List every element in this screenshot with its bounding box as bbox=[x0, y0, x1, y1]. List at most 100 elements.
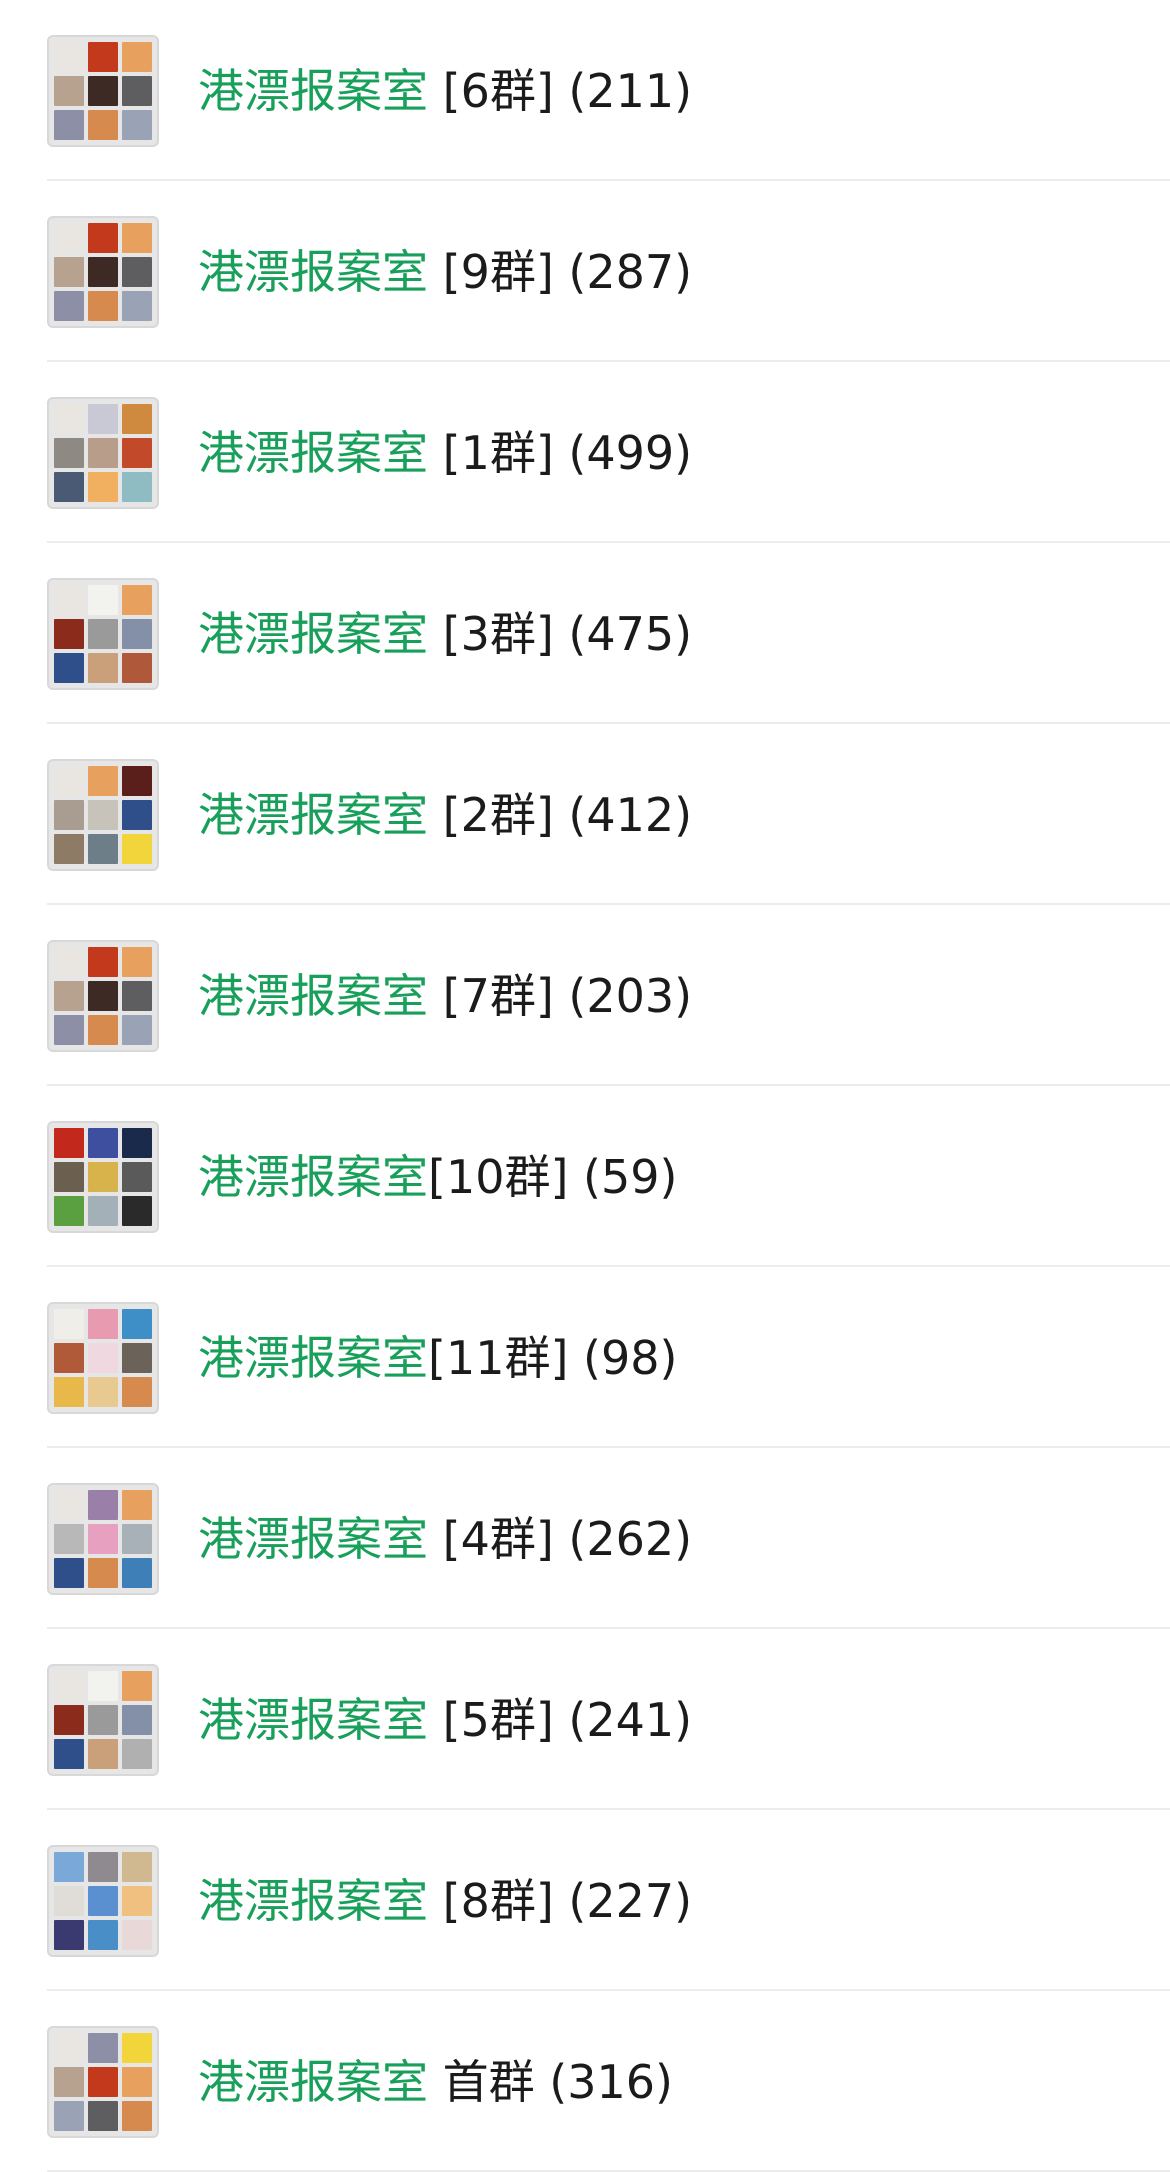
group-avatar bbox=[47, 939, 159, 1052]
group-name-highlight: 港漂报案室 bbox=[198, 606, 428, 661]
member-avatar-tile bbox=[88, 41, 118, 72]
member-avatar-tile bbox=[54, 1195, 84, 1226]
member-avatar-tile bbox=[54, 2066, 84, 2097]
member-count: (98) bbox=[568, 1330, 678, 1385]
group-name-highlight: 港漂报案室 bbox=[198, 2054, 428, 2109]
member-avatar-tile bbox=[88, 833, 118, 864]
group-chat-row[interactable]: 港漂报案室[10群] (59) bbox=[0, 1086, 1170, 1267]
member-avatar-tile bbox=[122, 2032, 152, 2063]
member-avatar-tile bbox=[88, 1195, 118, 1226]
group-avatar bbox=[47, 2025, 159, 2138]
member-avatar-tile bbox=[54, 618, 84, 649]
member-avatar-tile bbox=[88, 1704, 118, 1735]
member-avatar-tile bbox=[54, 256, 84, 287]
member-avatar-tile bbox=[88, 222, 118, 253]
member-avatar-tile bbox=[54, 1919, 84, 1950]
member-avatar-tile bbox=[88, 1308, 118, 1339]
member-avatar-tile bbox=[88, 1376, 118, 1407]
member-avatar-tile bbox=[88, 256, 118, 287]
group-chat-row[interactable]: 港漂报案室 [4群] (262) bbox=[0, 1448, 1170, 1629]
member-avatar-tile bbox=[54, 1127, 84, 1158]
member-avatar-tile bbox=[54, 1885, 84, 1916]
member-avatar-tile bbox=[122, 290, 152, 321]
member-avatar-tile bbox=[88, 584, 118, 615]
group-name-highlight: 港漂报案室 bbox=[198, 787, 428, 842]
member-avatar-tile bbox=[54, 1670, 84, 1701]
member-avatar-tile bbox=[122, 652, 152, 683]
group-title: 港漂报案室 首群 (316) bbox=[198, 2054, 673, 2110]
group-number-tag: [6群] bbox=[428, 63, 554, 118]
member-avatar-tile bbox=[54, 799, 84, 830]
member-count: (499) bbox=[553, 425, 693, 480]
member-avatar-tile bbox=[122, 2066, 152, 2097]
member-avatar-tile bbox=[88, 1670, 118, 1701]
group-number-tag: 首群 bbox=[428, 2054, 535, 2109]
member-avatar-tile bbox=[122, 256, 152, 287]
member-avatar-tile bbox=[88, 980, 118, 1011]
member-avatar-tile bbox=[122, 403, 152, 434]
group-chat-row[interactable]: 港漂报案室 [3群] (475) bbox=[0, 543, 1170, 724]
member-avatar-tile bbox=[54, 1014, 84, 1045]
group-chat-row[interactable]: 港漂报案室 [6群] (211) bbox=[0, 0, 1170, 181]
member-avatar-tile bbox=[122, 946, 152, 977]
member-avatar-tile bbox=[122, 1919, 152, 1950]
member-count: (59) bbox=[568, 1149, 678, 1204]
group-chat-row[interactable]: 港漂报案室 [8群] (227) bbox=[0, 1810, 1170, 1991]
group-name-highlight: 港漂报案室 bbox=[198, 244, 428, 299]
group-title: 港漂报案室 [5群] (241) bbox=[198, 1692, 692, 1748]
group-avatar bbox=[47, 1482, 159, 1595]
group-number-tag: [11群] bbox=[428, 1330, 569, 1385]
group-title: 港漂报案室 [2群] (412) bbox=[198, 787, 692, 843]
group-title: 港漂报案室 [9群] (287) bbox=[198, 244, 692, 300]
member-avatar-tile bbox=[122, 980, 152, 1011]
group-avatar bbox=[47, 1844, 159, 1957]
member-avatar-tile bbox=[88, 618, 118, 649]
member-avatar-tile bbox=[122, 1376, 152, 1407]
member-avatar-tile bbox=[54, 1342, 84, 1373]
member-avatar-tile bbox=[88, 799, 118, 830]
member-avatar-tile bbox=[88, 403, 118, 434]
member-avatar-tile bbox=[122, 1342, 152, 1373]
member-avatar-tile bbox=[122, 765, 152, 796]
member-avatar-tile bbox=[54, 584, 84, 615]
group-chat-row[interactable]: 港漂报案室[11群] (98) bbox=[0, 1267, 1170, 1448]
member-avatar-tile bbox=[54, 109, 84, 140]
group-chat-row[interactable]: 港漂报案室 [9群] (287) bbox=[0, 181, 1170, 362]
member-avatar-tile bbox=[122, 1308, 152, 1339]
group-list: 港漂报案室 [6群] (211) 港漂报案室 [9群] (287) 港漂报案室 [1… bbox=[0, 0, 1170, 2172]
member-avatar-tile bbox=[122, 471, 152, 502]
member-avatar-tile bbox=[122, 1489, 152, 1520]
member-avatar-tile bbox=[88, 765, 118, 796]
member-avatar-tile bbox=[54, 765, 84, 796]
member-avatar-tile bbox=[88, 1523, 118, 1554]
group-title: 港漂报案室[10群] (59) bbox=[198, 1149, 678, 1205]
member-avatar-tile bbox=[122, 1523, 152, 1554]
member-avatar-tile bbox=[88, 652, 118, 683]
member-avatar-tile bbox=[88, 437, 118, 468]
member-avatar-tile bbox=[54, 290, 84, 321]
group-number-tag: [2群] bbox=[428, 787, 554, 842]
group-chat-row[interactable]: 港漂报案室 [5群] (241) bbox=[0, 1629, 1170, 1810]
member-avatar-tile bbox=[54, 980, 84, 1011]
member-avatar-tile bbox=[122, 1704, 152, 1735]
group-avatar bbox=[47, 1663, 159, 1776]
member-avatar-tile bbox=[122, 109, 152, 140]
group-chat-row[interactable]: 港漂报案室 [1群] (499) bbox=[0, 362, 1170, 543]
member-avatar-tile bbox=[54, 1376, 84, 1407]
member-avatar-tile bbox=[54, 1738, 84, 1769]
member-avatar-tile bbox=[54, 1704, 84, 1735]
member-avatar-tile bbox=[54, 652, 84, 683]
member-avatar-tile bbox=[54, 833, 84, 864]
member-avatar-tile bbox=[88, 471, 118, 502]
group-chat-row[interactable]: 港漂报案室 首群 (316) bbox=[0, 1991, 1170, 2172]
group-chat-row[interactable]: 港漂报案室 [2群] (412) bbox=[0, 724, 1170, 905]
member-avatar-tile bbox=[88, 2100, 118, 2131]
group-name-highlight: 港漂报案室 bbox=[198, 1330, 428, 1385]
member-avatar-tile bbox=[54, 1308, 84, 1339]
member-avatar-tile bbox=[54, 41, 84, 72]
group-chat-row[interactable]: 港漂报案室 [7群] (203) bbox=[0, 905, 1170, 1086]
group-number-tag: [4群] bbox=[428, 1511, 554, 1566]
member-count: (211) bbox=[553, 63, 693, 118]
group-name-highlight: 港漂报案室 bbox=[198, 1873, 428, 1928]
member-avatar-tile bbox=[88, 75, 118, 106]
